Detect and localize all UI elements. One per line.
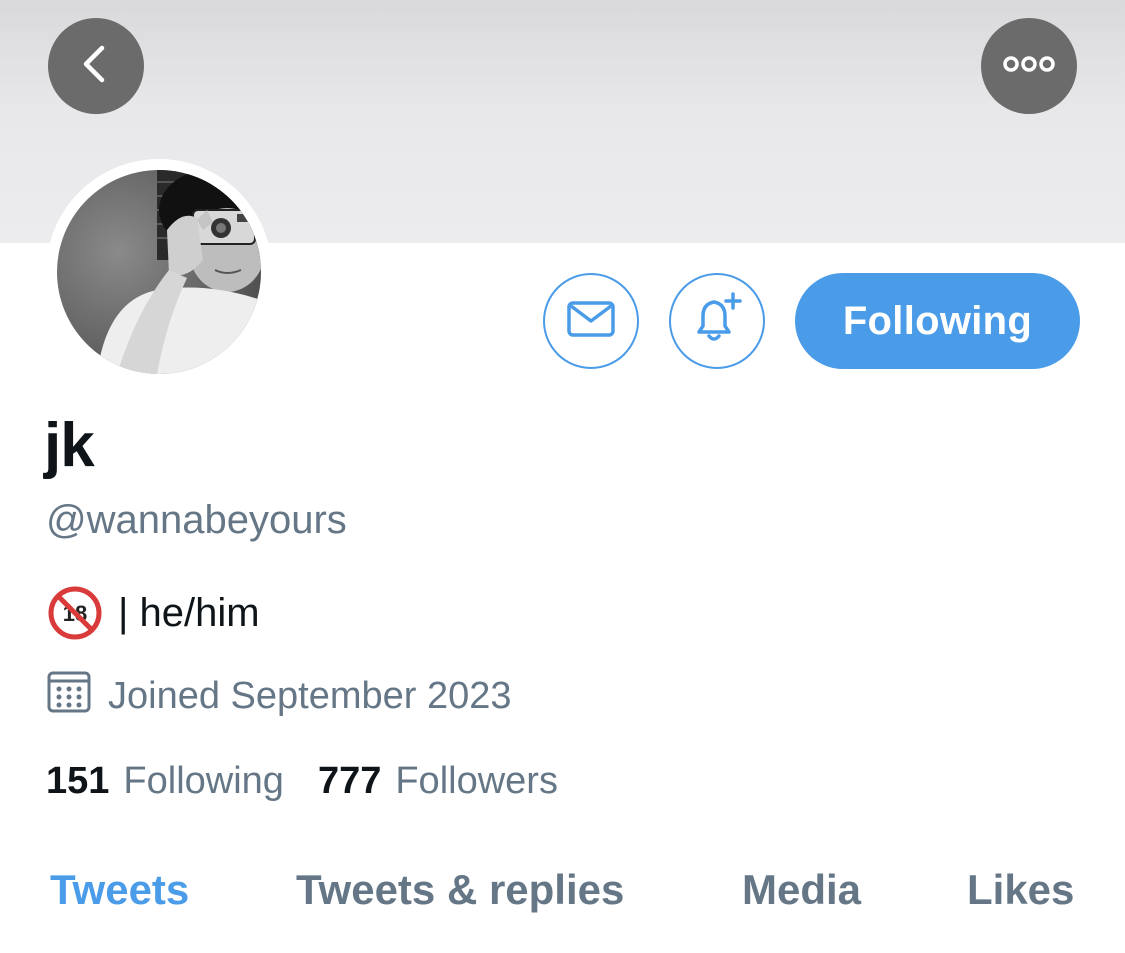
mail-icon [566, 299, 616, 344]
user-handle: @wannabeyours [46, 498, 347, 542]
follow-stats: 151 Following 777 Followers [46, 760, 558, 803]
tab-likes[interactable]: Likes [967, 866, 1074, 914]
message-button[interactable] [543, 273, 639, 369]
bell-plus-icon [689, 291, 745, 351]
followers-stat[interactable]: 777 Followers [318, 760, 558, 803]
calendar-icon [46, 668, 108, 724]
following-count: 151 [46, 760, 110, 802]
tab-tweets[interactable]: Tweets [50, 866, 189, 914]
joined-text: Joined September 2023 [108, 674, 512, 717]
followers-count: 777 [317, 760, 382, 802]
avatar[interactable] [57, 170, 261, 374]
display-name: jk [44, 411, 95, 480]
back-button[interactable] [48, 18, 144, 114]
followers-label: Followers [395, 760, 558, 802]
chevron-left-icon [76, 44, 116, 89]
following-stat[interactable]: 151 Following [46, 760, 284, 803]
tab-media[interactable]: Media [742, 866, 861, 914]
more-icon [1002, 54, 1056, 79]
following-label: Following [123, 760, 284, 802]
tab-tweets-and-replies[interactable]: Tweets & replies [296, 866, 624, 914]
no-one-under-eighteen-icon: 18 [48, 586, 102, 640]
bio-text: | he/him [118, 590, 260, 635]
bio: 18 | he/him [48, 586, 260, 640]
joined-date: Joined September 2023 [46, 668, 512, 724]
notify-button[interactable] [669, 273, 765, 369]
more-button[interactable] [981, 18, 1077, 114]
following-button[interactable]: Following [795, 273, 1080, 369]
